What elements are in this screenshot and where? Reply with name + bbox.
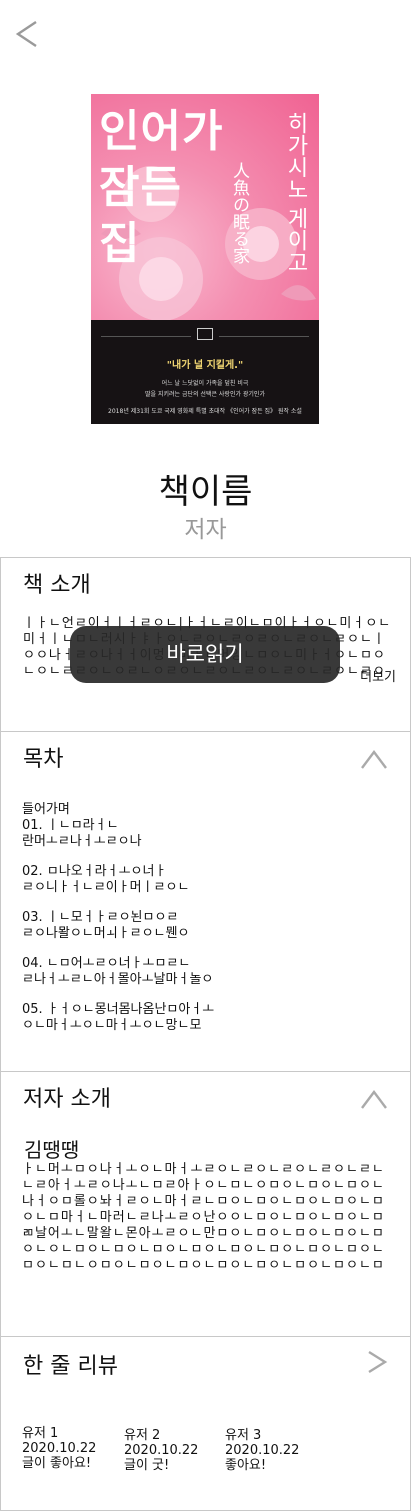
author-bio: ㅏㄴ머ㅗㅁㅇ나ㅓㅗㅇㄴ마ㅓㅗㄹㅇㄴㄹㅇㄴㄹㅇㄴㄹㅇㄴㄹㄴㄴㄹ아ㅓㅗㄹㅇ나ㅗㄴㅁㄹ… — [22, 1162, 385, 1273]
review-item[interactable]: 유저 1 2020.10.22 글이 좋아요! — [22, 1426, 122, 1471]
cover-japanese-title: 人魚の眠る家 — [229, 162, 249, 264]
toc-item[interactable]: 02. ㅁ나오ㅓ라ㅓㅗㅇ너ㅏ ㄹㅇ니ㅏㅓㄴㄹ이ㅏ머ㅣㄹㅇㄴ — [22, 864, 392, 896]
chevron-up-icon[interactable] — [360, 1088, 388, 1110]
review-user: 유저 2 — [124, 1428, 161, 1443]
chevron-right-icon[interactable] — [366, 1349, 388, 1375]
toc-item[interactable]: 01. ㅣㄴㅁ라ㅓㄴ 란머ㅗㄹ나ㅓㅗㄹㅇ나 — [22, 818, 392, 850]
toc-item-line: 01. ㅣㄴㅁ라ㅓㄴ — [22, 818, 119, 833]
toc-item-line: ㅇㄴ마ㅓㅗㅇㄴ마ㅓㅗㅇㄴ망ㄴ모 — [22, 1018, 202, 1033]
toc-item-line: ㄹㅇ니ㅏㅓㄴㄹ이ㅏ머ㅣㄹㅇㄴ — [22, 880, 190, 895]
review-item[interactable]: 유저 3 2020.10.22 좋아요! — [225, 1428, 325, 1473]
toc-item-line: 04. ㄴㅁ어ㅗㄹㅇ너ㅏㅗㅁㄹㄴ — [22, 956, 191, 971]
review-text: 좋아요! — [225, 1458, 267, 1473]
intro-title: 책 소개 — [23, 573, 91, 598]
cover-artwork: 인어가 잠든 집 히가시노 게이고 人魚の眠る家 — [91, 94, 319, 320]
cover-quote: "내가 널 지킬게." — [166, 360, 244, 371]
book-title: 책이름 — [158, 472, 253, 512]
cover-author: 히가시노 게이고 — [283, 112, 308, 273]
publisher-logo-icon — [197, 328, 213, 340]
toc-item-line: 들어가며 — [22, 802, 70, 817]
reviews-title: 한 줄 리뷰 — [23, 1354, 118, 1379]
chevron-up-icon[interactable] — [360, 748, 388, 770]
toc-item-line: 05. ㅏㅓㅇㄴ몽너몸나옴난ㅁ아ㅓㅗ — [22, 1002, 215, 1017]
review-text: 글이 굿! — [124, 1458, 170, 1473]
review-list: 유저 1 2020.10.22 글이 좋아요! 유저 2 2020.10.22 … — [22, 1426, 392, 1486]
toc-item[interactable]: 들어가며 — [22, 802, 392, 818]
review-user: 유저 3 — [225, 1428, 262, 1443]
review-date: 2020.10.22 — [124, 1443, 199, 1458]
cover-band: "내가 널 지킬게." 어느 날 느닷없이 가족을 덮친 비극 딸을 지키려는 … — [91, 320, 319, 424]
cover-tagline-3: 2018년 제31회 도쿄 국제 영화제 특별 초대작 《인어가 잠든 집》 원… — [108, 408, 302, 415]
author-name: 김땡땡 — [24, 1138, 80, 1162]
read-now-button[interactable]: 바로읽기 — [70, 626, 340, 683]
review-user: 유저 1 — [22, 1426, 59, 1441]
more-link[interactable]: 더보기 — [360, 666, 396, 685]
book-cover: 인어가 잠든 집 히가시노 게이고 人魚の眠る家 "내가 널 지킬게." 어느 … — [91, 94, 319, 424]
review-text: 글이 좋아요! — [22, 1456, 92, 1471]
toc-item[interactable]: 04. ㄴㅁ어ㅗㄹㅇ너ㅏㅗㅁㄹㄴ ㄹ나ㅓㅗㄹㄴ아ㅓ몰아ㅗ날마ㅓ놀ㅇ — [22, 956, 392, 988]
book-author: 저자 — [184, 517, 227, 543]
toc-item-line: 02. ㅁ나오ㅓ라ㅓㅗㅇ너ㅏ — [22, 864, 167, 879]
toc-item-line: 03. ㅣㄴ모ㅓㅏㄹㅇ뇐ㅁㅇㄹ — [22, 910, 179, 925]
cover-tagline-1: 어느 날 느닷없이 가족을 덮친 비극 — [161, 380, 249, 387]
back-arrow-icon[interactable] — [12, 16, 42, 52]
toc-item-line: 란머ㅗㄹ나ㅓㅗㄹㅇ나 — [22, 834, 142, 849]
toc-item-line: ㄹㅇ나뫌ㅇㄴ머ㅚㅏㄹㅇㄴ뭰ㅇ — [22, 926, 190, 941]
toc-item[interactable]: 05. ㅏㅓㅇㄴ몽너몸나옴난ㅁ아ㅓㅗ ㅇㄴ마ㅓㅗㅇㄴ마ㅓㅗㅇㄴ망ㄴ모 — [22, 1002, 392, 1034]
cover-tagline-2: 딸을 지키려는 금단의 선택은 사랑인가 광기인가 — [145, 391, 265, 398]
toc-list: 들어가며 01. ㅣㄴㅁ라ㅓㄴ 란머ㅗㄹ나ㅓㅗㄹㅇ나 02. ㅁ나오ㅓ라ㅓㅗㅇ너… — [22, 802, 392, 1048]
toc-item-line: ㄹ나ㅓㅗㄹㄴ아ㅓ몰아ㅗ날마ㅓ놀ㅇ — [22, 972, 214, 987]
toc-title: 목차 — [23, 747, 64, 772]
review-item[interactable]: 유저 2 2020.10.22 글이 굿! — [124, 1428, 224, 1473]
author-section-title: 저자 소개 — [23, 1087, 111, 1112]
toc-item[interactable]: 03. ㅣㄴ모ㅓㅏㄹㅇ뇐ㅁㅇㄹ ㄹㅇ나뫌ㅇㄴ머ㅚㅏㄹㅇㄴ뭰ㅇ — [22, 910, 392, 942]
review-date: 2020.10.22 — [225, 1443, 300, 1458]
review-date: 2020.10.22 — [22, 1441, 97, 1456]
